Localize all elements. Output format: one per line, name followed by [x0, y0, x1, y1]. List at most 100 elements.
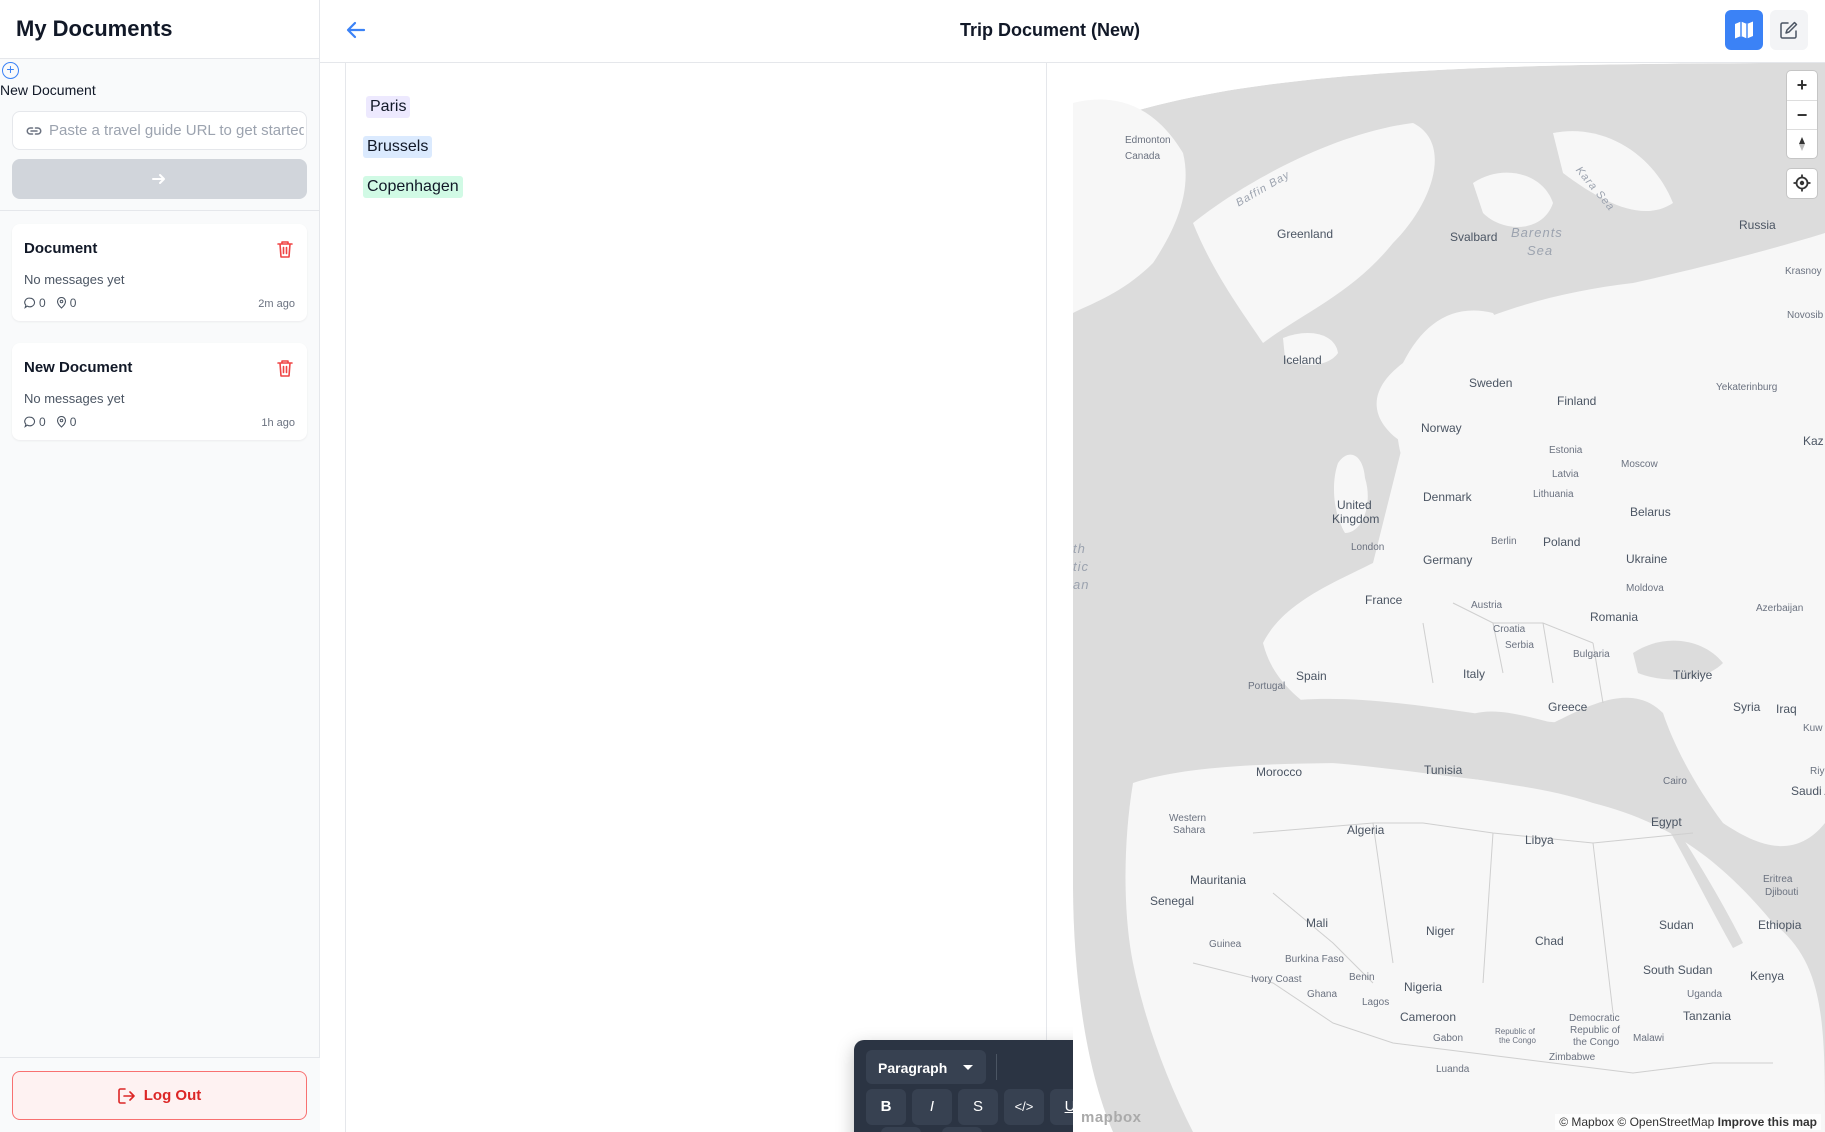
- map-pin-icon: [56, 297, 66, 309]
- map-label: Norway: [1421, 421, 1462, 435]
- map-label: Malawi: [1633, 1033, 1665, 1044]
- map-icon: [1735, 21, 1753, 39]
- map-label: the Congo: [1499, 1036, 1536, 1045]
- trash-icon[interactable]: [277, 240, 293, 258]
- map-label: Canada: [1125, 151, 1161, 162]
- map-label: Romania: [1590, 610, 1639, 624]
- map-label: Germany: [1423, 553, 1473, 567]
- arrow-right-icon: [152, 174, 165, 184]
- map-label: Lithuania: [1533, 489, 1574, 500]
- image-button[interactable]: [942, 1127, 982, 1132]
- code-button[interactable]: </>: [1004, 1089, 1044, 1125]
- submit-url-button[interactable]: [12, 159, 307, 199]
- map-view-button[interactable]: [1725, 10, 1763, 50]
- edit-view-button[interactable]: [1770, 10, 1808, 50]
- logout-button[interactable]: Log Out: [12, 1071, 307, 1120]
- map-label: Eritrea: [1763, 874, 1793, 885]
- zoom-controls: + −: [1787, 71, 1817, 158]
- locate-icon: [1793, 174, 1811, 192]
- map-label: Latvia: [1552, 469, 1579, 480]
- plus-circle-icon: +: [2, 62, 19, 79]
- map-label: Denmark: [1423, 490, 1472, 504]
- document-meta: 0 0: [24, 296, 82, 310]
- map-view[interactable]: Edmonton Canada Baffin Bay Greenland Sva…: [1073, 63, 1825, 1132]
- link-icon: [26, 127, 42, 135]
- map-label: Lagos: [1362, 997, 1390, 1008]
- map-label: Serbia: [1505, 640, 1534, 651]
- map-label: Berlin: [1491, 536, 1517, 547]
- map-label: Kingdom: [1332, 512, 1380, 526]
- map-label: th: [1073, 541, 1086, 556]
- trash-icon[interactable]: [277, 359, 293, 377]
- map-label: Krasnoy: [1785, 266, 1822, 277]
- message-count: 0: [39, 415, 46, 429]
- attribution-text[interactable]: © Mapbox © OpenStreetMap: [1559, 1115, 1714, 1129]
- map-label: Cameroon: [1400, 1010, 1457, 1024]
- map-label: Moscow: [1621, 459, 1658, 470]
- message-icon: [24, 416, 36, 428]
- document-time: 1h ago: [261, 417, 295, 429]
- map-label: Morocco: [1256, 765, 1303, 779]
- map-label: Zimbabwe: [1549, 1052, 1596, 1063]
- document-preview: No messages yet: [24, 391, 125, 406]
- logout-area: Log Out: [0, 1057, 320, 1132]
- map-label: Iceland: [1283, 353, 1322, 367]
- map-label: Ivory Coast: [1251, 974, 1302, 985]
- geolocate-control: [1787, 169, 1817, 198]
- url-input[interactable]: [49, 112, 304, 149]
- map-label: Edmonton: [1125, 135, 1171, 146]
- map-label: the Congo: [1573, 1037, 1620, 1048]
- italic-button[interactable]: I: [912, 1089, 952, 1125]
- map-label: Mauritania: [1190, 873, 1247, 887]
- document-time: 2m ago: [258, 298, 295, 310]
- map-label: Nigeria: [1404, 980, 1443, 994]
- map-label: Egypt: [1651, 815, 1682, 829]
- map-label: Gabon: [1433, 1033, 1464, 1044]
- document-title: Trip Document (New): [959, 20, 1140, 40]
- bold-button[interactable]: B: [866, 1089, 906, 1125]
- geolocate-button[interactable]: [1787, 169, 1817, 198]
- place-tag-brussels[interactable]: Brussels: [363, 136, 433, 158]
- mapbox-logo[interactable]: mapbox: [1081, 1109, 1142, 1126]
- message-icon: [24, 297, 36, 309]
- compass-button[interactable]: [1787, 129, 1817, 158]
- place-tag-paris[interactable]: Paris: [366, 96, 411, 118]
- map-label: Kenya: [1750, 969, 1785, 983]
- map-label: Belarus: [1630, 505, 1671, 519]
- caret-down-icon: [963, 1065, 973, 1070]
- map-label: Sweden: [1469, 376, 1513, 390]
- map-label: Riy: [1810, 766, 1825, 777]
- map-label: France: [1365, 593, 1403, 607]
- map-label: an: [1073, 577, 1090, 592]
- map-label: Burkina Faso: [1285, 954, 1344, 965]
- map-label: Azerbaijan: [1756, 603, 1804, 614]
- improve-map-link[interactable]: Improve this map: [1718, 1115, 1817, 1129]
- strikethrough-button[interactable]: S: [958, 1089, 998, 1125]
- map-label: South Sudan: [1643, 963, 1713, 977]
- document-card[interactable]: New Document No messages yet 0 0 1h ago: [12, 343, 307, 440]
- map-label: Svalbard: [1450, 230, 1498, 244]
- place-tag-copenhagen[interactable]: Copenhagen: [363, 176, 463, 198]
- block-type-select[interactable]: Paragraph: [866, 1050, 986, 1084]
- logout-label: Log Out: [143, 1087, 202, 1104]
- map-label: Austria: [1471, 600, 1503, 611]
- document-name: Document: [24, 240, 98, 257]
- map-label: Libya: [1525, 833, 1554, 847]
- zoom-out-button[interactable]: −: [1787, 100, 1817, 129]
- map-label: London: [1351, 542, 1385, 553]
- document-card[interactable]: Document No messages yet 0 0 2m ago: [12, 224, 307, 321]
- document-editor[interactable]: Paris Brussels Copenhagen Paragraph B I …: [345, 63, 1230, 1132]
- link-button[interactable]: [881, 1127, 921, 1132]
- zoom-in-button[interactable]: +: [1787, 71, 1817, 100]
- sidebar-title: My Documents: [16, 16, 173, 41]
- map-label: Estonia: [1549, 445, 1583, 456]
- map-label: Sea: [1527, 243, 1554, 258]
- map-label: Niger: [1426, 924, 1455, 938]
- url-input-container: [12, 111, 307, 150]
- map-label: Kaz: [1803, 434, 1824, 448]
- map-label: Bulgaria: [1573, 649, 1610, 660]
- map-label: Saudi Ara: [1791, 784, 1825, 798]
- map-label: Russia: [1739, 218, 1776, 232]
- message-count: 0: [39, 296, 46, 310]
- map-label: Sudan: [1659, 918, 1694, 932]
